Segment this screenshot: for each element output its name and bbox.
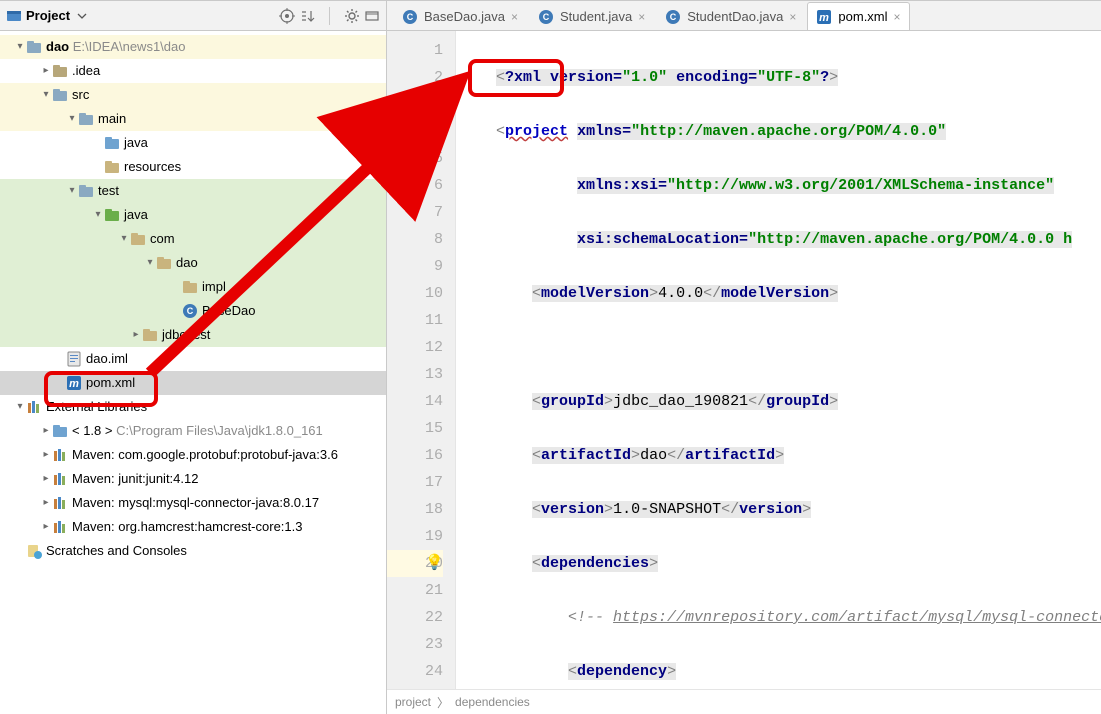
svg-text:C: C	[187, 306, 194, 316]
tree-item[interactable]: ▾java	[0, 203, 386, 227]
tree-item[interactable]: ▸Maven: junit:junit:4.12	[0, 467, 386, 491]
hide-panel-icon[interactable]	[364, 8, 380, 24]
tree-item[interactable]: CBaseDao	[0, 299, 386, 323]
gutter: 12345 678910 1112131415 16171819 20 2122…	[387, 31, 456, 689]
project-label[interactable]: Project	[26, 8, 70, 23]
tree-item[interactable]: dao.iml	[0, 347, 386, 371]
project-tree[interactable]: ▾dao E:\IDEA\news1\dao ▸.idea ▾src ▾main…	[0, 31, 386, 714]
tree-item[interactable]: ▸jdbc.test	[0, 323, 386, 347]
editor-tab-bar: CBaseDao.java× CStudent.java× CStudentDa…	[387, 1, 1101, 31]
project-view-icon	[6, 8, 22, 24]
dropdown-icon[interactable]	[74, 8, 90, 24]
tree-item[interactable]: ▸Maven: com.google.protobuf:protobuf-jav…	[0, 443, 386, 467]
tree-item[interactable]: ▾test	[0, 179, 386, 203]
gear-icon[interactable]	[344, 8, 360, 24]
tree-root[interactable]: ▾dao E:\IDEA\news1\dao	[0, 35, 386, 59]
close-icon[interactable]: ×	[789, 10, 796, 24]
collapse-tree-icon[interactable]	[299, 8, 315, 24]
tree-item[interactable]: ▸.idea	[0, 59, 386, 83]
close-icon[interactable]: ×	[894, 10, 901, 24]
svg-text:C: C	[543, 12, 550, 22]
tree-item[interactable]: ▸< 1.8 > C:\Program Files\Java\jdk1.8.0_…	[0, 419, 386, 443]
svg-text:C: C	[670, 12, 677, 22]
tree-item[interactable]: ▸Maven: mysql:mysql-connector-java:8.0.1…	[0, 491, 386, 515]
tree-item[interactable]: ▾External Libraries	[0, 395, 386, 419]
close-icon[interactable]: ×	[511, 10, 518, 24]
tab-studentdao[interactable]: CStudentDao.java×	[656, 2, 805, 30]
tree-item[interactable]: ▸Maven: org.hamcrest:hamcrest-core:1.3	[0, 515, 386, 539]
tree-item-pom[interactable]: mpom.xml	[0, 371, 386, 395]
svg-text:m: m	[820, 12, 830, 24]
tab-student[interactable]: CStudent.java×	[529, 2, 654, 30]
tree-item[interactable]: java	[0, 131, 386, 155]
project-toolbar: Project	[0, 1, 386, 31]
tree-item[interactable]: Scratches and Consoles	[0, 539, 386, 563]
editor-breadcrumb: project〉dependencies	[387, 689, 1101, 714]
tree-item[interactable]: ▾src	[0, 83, 386, 107]
svg-text:m: m	[69, 378, 79, 390]
lightbulb-icon[interactable]: 💡	[425, 550, 443, 577]
tree-item[interactable]: ▾main	[0, 107, 386, 131]
tab-basedao[interactable]: CBaseDao.java×	[393, 2, 527, 30]
code-editor[interactable]: 12345 678910 1112131415 16171819 20 2122…	[387, 31, 1101, 689]
tree-item[interactable]: impl	[0, 275, 386, 299]
close-icon[interactable]: ×	[638, 10, 645, 24]
tree-item[interactable]: ▾dao	[0, 251, 386, 275]
svg-text:C: C	[407, 12, 414, 22]
target-icon[interactable]	[279, 8, 295, 24]
tree-item[interactable]: ▾com	[0, 227, 386, 251]
tab-pom[interactable]: mpom.xml×	[807, 2, 909, 30]
code-area[interactable]: <?xml version="1.0" encoding="UTF-8"?> <…	[456, 31, 1101, 689]
tree-item[interactable]: resources	[0, 155, 386, 179]
